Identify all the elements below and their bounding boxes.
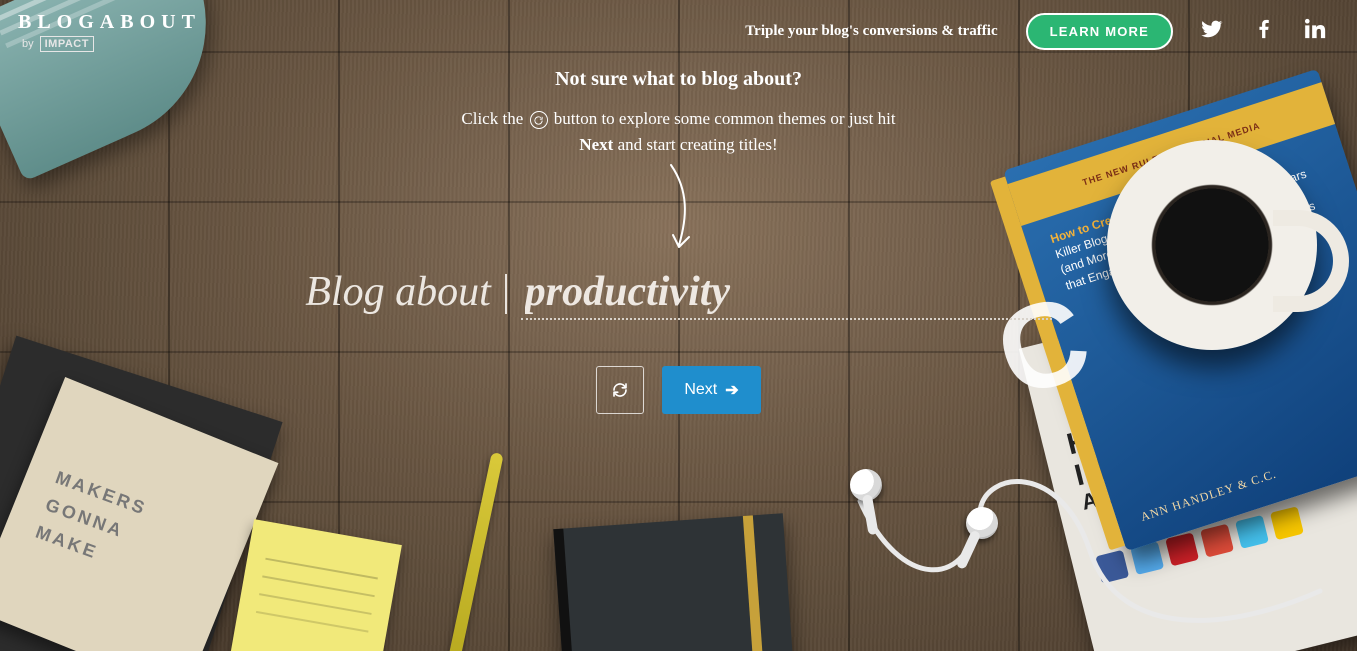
promo-text: Triple your blog's conversions & traffic [745,23,997,40]
prompt-label: Blog about [305,268,491,316]
hint-subtext: Click the button to explore some common … [449,106,909,157]
learn-more-button[interactable]: LEARN MORE [1026,13,1173,50]
hint-heading: Not sure what to blog about? [555,64,802,94]
logo-subtitle: by IMPACT [22,36,201,52]
prompt-row: Blog about [305,268,1052,320]
next-button-label: Next [684,381,717,399]
social-links [1201,18,1327,45]
refresh-button[interactable] [596,366,644,414]
arrow-down-icon [659,163,699,258]
main-content: Not sure what to blog about? Click the b… [0,60,1357,651]
facebook-icon[interactable] [1253,18,1275,45]
logo[interactable]: BLOGABOUT by IMPACT [18,11,201,52]
logo-title: BLOGABOUT [18,11,201,34]
twitter-icon[interactable] [1201,18,1223,45]
topic-input[interactable] [521,268,1052,320]
header: BLOGABOUT by IMPACT Triple your blog's c… [0,0,1357,62]
button-row: Next ➔ [596,366,760,414]
refresh-inline-icon [530,111,548,129]
refresh-icon [611,381,629,399]
next-button[interactable]: Next ➔ [662,366,760,414]
linkedin-icon[interactable] [1305,18,1327,45]
text-caret [505,274,507,314]
arrow-right-icon: ➔ [725,380,738,400]
